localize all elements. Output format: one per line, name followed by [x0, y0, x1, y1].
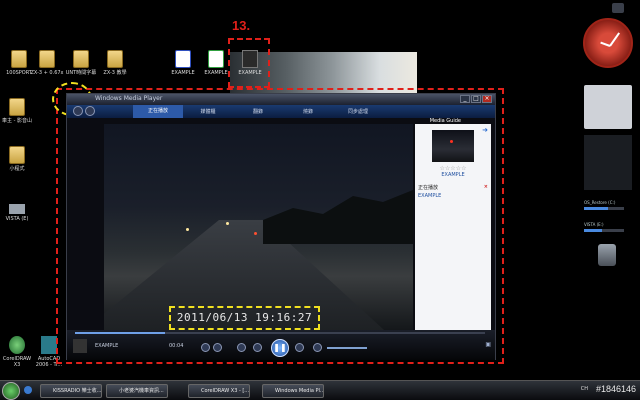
minimize-button[interactable]: _ — [460, 95, 470, 103]
folder-icon — [11, 50, 27, 68]
drive-fill — [584, 207, 608, 210]
shuffle-icon[interactable] — [201, 343, 210, 352]
fullscreen-icon[interactable]: ▣ — [485, 341, 491, 348]
treeline-scene — [263, 190, 413, 244]
tab-bar: 正在播放 媒體櫃 翻錄 燒錄 同步處理 Media Guide — [67, 105, 495, 124]
watermark: #1846146 — [595, 384, 636, 394]
quick-launch-icon[interactable] — [24, 386, 32, 394]
tab-library[interactable]: 媒體櫃 — [183, 108, 233, 115]
playlist-header: 正在播放 × — [415, 178, 491, 193]
light-dot — [254, 232, 257, 235]
back-arrow-icon[interactable] — [73, 106, 83, 116]
now-playing-thumbnail[interactable] — [73, 339, 87, 353]
pause-button[interactable]: ❚❚ — [271, 339, 289, 357]
desktop-icon-zx3[interactable]: ZX-3 + 0.67x — [30, 50, 64, 76]
clear-list-icon[interactable]: × — [484, 184, 488, 191]
desktop-icon-vista-drive[interactable]: VISTA (E) — [0, 196, 34, 222]
drive-fill — [584, 229, 602, 232]
media-player-window: Windows Media Player _ □ × 正在播放 媒體櫃 翻錄 燒… — [66, 93, 496, 360]
taskbar-item-kissradio[interactable]: KISSRADIO 樂士收... — [40, 384, 102, 398]
desktop-icon-example-1[interactable]: EXAMPLE — [166, 50, 200, 76]
desktop: 100SPORT ZX-3 + 0.67x UNT時間字幕 ZX-3 教學 EX… — [0, 0, 640, 400]
nav-arrows — [73, 106, 95, 116]
video-timestamp: 2011/06/13 19:16:27 — [169, 306, 320, 330]
folder-icon — [39, 50, 55, 68]
playlist-item[interactable]: EXAMPLE — [415, 193, 491, 199]
desktop-icon-small-programs[interactable]: 小程式 — [0, 146, 34, 172]
seek-bar[interactable] — [75, 332, 485, 334]
title-bar[interactable]: Windows Media Player _ □ × — [67, 94, 495, 105]
step-label: 13. — [232, 18, 251, 33]
elapsed-time: 00:04 — [169, 343, 184, 349]
light-dot — [226, 222, 229, 225]
now-playing-label: EXAMPLE — [95, 343, 119, 349]
slideshow-gadget[interactable] — [584, 135, 632, 190]
previous-icon[interactable] — [253, 343, 262, 352]
video-area[interactable] — [104, 124, 413, 330]
sidebar-menu-icon[interactable] — [612, 3, 624, 13]
folder-icon — [73, 50, 89, 68]
tab-burn[interactable]: 燒錄 — [283, 108, 333, 115]
taskbar-item-media-player[interactable]: Windows Media Pl... — [262, 384, 324, 398]
vista-sidebar: OS_Restore (C:) VISTA (E:) — [578, 0, 640, 380]
seek-bar-fill — [75, 332, 166, 334]
volume-slider[interactable] — [327, 347, 367, 349]
tab-now-playing[interactable]: 正在播放 — [133, 105, 183, 118]
coreldraw-icon — [9, 336, 25, 354]
next-icon[interactable] — [295, 343, 304, 352]
document-icon — [175, 50, 191, 68]
playback-controls: EXAMPLE 00:04 ❚❚ ▣ — [67, 330, 495, 360]
clock-minute-hand — [600, 41, 611, 47]
folder-icon — [9, 146, 25, 164]
desktop-icon-subtitle[interactable]: UNT時間字幕 — [64, 50, 98, 76]
drive-label: OS_Restore (C:) — [584, 200, 616, 205]
desktop-icon-zx3-tutorial[interactable]: ZX-3 教學 — [98, 50, 132, 76]
tab-rip[interactable]: 翻錄 — [233, 108, 283, 115]
close-button[interactable]: × — [482, 95, 492, 103]
desktop-icon-car-video[interactable]: 車主 - 影音山 — [0, 98, 34, 124]
stop-icon[interactable] — [237, 343, 246, 352]
language-indicator[interactable]: CH — [581, 386, 588, 392]
maximize-button[interactable]: □ — [471, 95, 481, 103]
list-pane: ➜ ☆☆☆☆☆ EXAMPLE 正在播放 × EXAMPLE — [415, 124, 491, 330]
taskbar: KISSRADIO 樂士收... 小老婆汽機車資訊... CorelDRAW X… — [0, 380, 640, 400]
tab-sync[interactable]: 同步處理 — [333, 108, 383, 115]
drive-label: VISTA (E:) — [584, 222, 604, 227]
start-button[interactable] — [2, 382, 20, 400]
drive-meter-e: VISTA (E:) — [584, 222, 634, 232]
clock-gadget[interactable] — [583, 18, 633, 68]
light-dot — [186, 228, 189, 231]
folder-icon — [107, 50, 123, 68]
drive-icon — [9, 204, 25, 214]
arrow-right-icon[interactable]: ➜ — [482, 126, 488, 134]
forward-arrow-icon[interactable] — [85, 106, 95, 116]
folder-icon — [9, 98, 25, 116]
taskbar-item-coreldraw[interactable]: CorelDRAW X3 - [... — [188, 384, 250, 398]
document-icon — [208, 50, 224, 68]
playlist-label[interactable]: 正在播放 — [418, 184, 438, 191]
calendar-gadget[interactable] — [584, 85, 632, 129]
album-art — [432, 130, 474, 162]
clock-hour-hand — [609, 32, 620, 47]
rating-stars[interactable]: ☆☆☆☆☆ — [415, 165, 491, 172]
window-title: Windows Media Player — [95, 95, 163, 102]
taskbar-item-browser[interactable]: 小老婆汽機車資訊... — [106, 384, 168, 398]
annotation-box-icon — [228, 38, 270, 88]
drive-meter-c: OS_Restore (C:) — [584, 200, 634, 210]
autocad-icon — [41, 336, 57, 354]
repeat-icon[interactable] — [213, 343, 222, 352]
volume-icon[interactable] — [313, 343, 322, 352]
desktop-icon-coreldraw[interactable]: CorelDRAW X3 — [0, 336, 34, 368]
recycle-bin-icon[interactable] — [598, 244, 616, 266]
